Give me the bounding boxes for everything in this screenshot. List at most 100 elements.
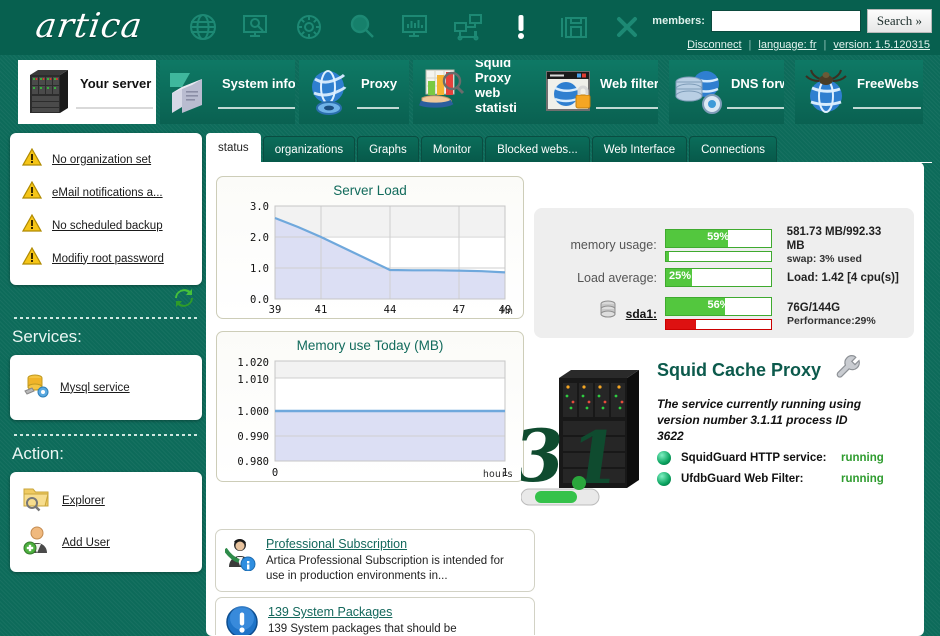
disconnect-link[interactable]: Disconnect: [687, 39, 741, 51]
header-icon-toolbar: [184, 8, 646, 46]
search-input[interactable]: [710, 10, 861, 32]
status-dot-icon: [657, 472, 671, 486]
tab-monitor[interactable]: Monitor: [420, 136, 484, 162]
load-average-label: Load average:: [577, 270, 657, 285]
squid-3.1-server-icon: 3 . 1: [508, 363, 651, 518]
link-separator-2: |: [823, 39, 827, 51]
close-x-icon[interactable]: [608, 8, 646, 46]
folder-search-icon: [22, 484, 52, 517]
system-stats-box: memory usage: 59% 581.73 MB/992.33 MB sw…: [534, 208, 914, 338]
gear-icon[interactable]: [290, 8, 328, 46]
x-tick: 41: [315, 304, 328, 315]
squid-title: Squid Cache Proxy: [657, 360, 822, 380]
warning-label[interactable]: Modifiy root password: [52, 253, 164, 265]
network-icon[interactable]: [449, 8, 487, 46]
warning-label[interactable]: No scheduled backup: [52, 220, 163, 232]
action-row[interactable]: Explorer: [18, 480, 194, 521]
notice-title[interactable]: Professional Subscription: [266, 537, 525, 551]
action-label[interactable]: Explorer: [62, 495, 105, 507]
modnav-label: DNS forward: [727, 76, 784, 109]
tab-connections[interactable]: Connections: [689, 136, 778, 162]
disk-usage-bar: 56%: [665, 297, 772, 316]
tab-graphs[interactable]: Graphs: [357, 136, 419, 162]
warning-row[interactable]: eMail notifications a...: [18, 176, 194, 209]
service-row[interactable]: Mysql service: [18, 367, 194, 408]
tab-strip: status organizations Graphs Monitor Bloc…: [206, 133, 932, 163]
person-info-icon: [223, 537, 257, 584]
artica-logo: artica: [33, 6, 146, 46]
y-tick: 1.0: [250, 263, 269, 275]
left-sidebar: No organization set eMail notifications …: [10, 133, 202, 572]
memory-usage-percent: 59%: [707, 230, 730, 243]
services-card: Mysql service: [10, 355, 202, 420]
memory-usage-label: memory usage:: [570, 238, 657, 252]
status-panel: Server Load 3.0 2.0 1.0 0.0 39 41 44 47 …: [206, 162, 924, 636]
warning-label[interactable]: No organization set: [52, 154, 151, 166]
artica-dashboard: artica members: Search » Disconnect | la…: [0, 0, 940, 636]
memory-usage-bar: 59%: [664, 228, 772, 248]
modnav-label: System infor: [218, 76, 295, 109]
main-content: status organizations Graphs Monitor Bloc…: [206, 133, 932, 636]
x-tick: 39: [269, 304, 282, 315]
x-tick: 0: [272, 467, 278, 478]
system-box-icon: [164, 65, 218, 119]
disk-usage-percent: 56%: [707, 299, 730, 311]
warning-label[interactable]: eMail notifications a...: [52, 187, 163, 199]
tab-blocked-websites[interactable]: Blocked webs...: [485, 136, 590, 162]
notice-professional-subscription[interactable]: Professional Subscription Artica Profess…: [215, 529, 535, 592]
search-label: members:: [652, 15, 705, 27]
header-links: Disconnect | language: fr | version: 1.5…: [687, 39, 930, 51]
chart-monitor-icon[interactable]: [396, 8, 434, 46]
y-tick: 3.0: [250, 201, 269, 213]
status-dot-icon: [657, 451, 671, 465]
modnav-system-information[interactable]: System infor: [160, 60, 295, 124]
modnav-proxy[interactable]: Proxy: [299, 60, 409, 124]
tab-web-interface[interactable]: Web Interface: [591, 136, 688, 162]
warning-triangle-icon: [21, 180, 43, 204]
modnav-web-filtering[interactable]: Web filtering: [538, 60, 658, 124]
browser-lock-icon: [542, 65, 596, 119]
modnav-squid-proxy-web-statistics[interactable]: Squid Proxy web statisti: [413, 60, 538, 124]
notice-title[interactable]: 139 System Packages: [268, 605, 525, 619]
language-link[interactable]: language: fr: [758, 39, 816, 51]
server-load-chart: Server Load 3.0 2.0 1.0 0.0 39 41 44 47 …: [216, 176, 524, 319]
magnifier-icon[interactable]: [343, 8, 381, 46]
modnav-label: Squid Proxy web statisti: [471, 60, 538, 124]
warning-row[interactable]: Modifiy root password: [18, 242, 194, 275]
warning-triangle-icon: [21, 147, 43, 171]
notice-system-packages[interactable]: 139 System Packages 139 System packages …: [215, 597, 535, 635]
warning-row[interactable]: No scheduled backup: [18, 209, 194, 242]
modnav-label: Proxy: [357, 76, 400, 109]
load-average-percent: 25%: [669, 270, 692, 282]
y-tick: 0.980: [237, 456, 269, 468]
version-link[interactable]: version: 1.5.120315: [833, 39, 930, 51]
monitor-search-icon[interactable]: [237, 8, 275, 46]
server-rack-icon: [22, 65, 76, 119]
action-row[interactable]: Add User: [18, 521, 194, 564]
divider: [14, 317, 198, 319]
squid-cache-proxy-block: 3 . 1 Squid Cache Proxy The service curr…: [508, 353, 923, 523]
modnav-dns-forwarder[interactable]: DNS forward: [669, 60, 784, 124]
refresh-icon[interactable]: [174, 289, 194, 312]
squid-service-label: SquidGuard HTTP service:: [681, 452, 827, 464]
load-average-value: Load: 1.42 [4 cpu(s)]: [787, 271, 899, 284]
warning-row[interactable]: No organization set: [18, 143, 194, 176]
globe-icon[interactable]: [184, 8, 222, 46]
alert-exclamation-icon[interactable]: [502, 8, 540, 46]
actions-card: Explorer Add User: [10, 472, 202, 572]
service-label[interactable]: Mysql service: [60, 382, 130, 394]
modnav-your-server[interactable]: Your server: [18, 60, 156, 124]
memory-use-plot: 1.020 1.010 1.000 0.990 0.980 0 1: [237, 357, 508, 479]
tab-status[interactable]: status: [206, 133, 261, 162]
save-folder-icon[interactable]: [555, 8, 593, 46]
server-load-xlabel: Mn: [500, 306, 513, 317]
disk-device-link[interactable]: sda1:: [626, 307, 657, 321]
memory-use-xlabel: hours: [482, 469, 513, 480]
database-globe-icon: [673, 65, 727, 119]
wrench-icon[interactable]: [835, 353, 865, 388]
modnav-freewebs[interactable]: FreeWebs: [795, 60, 923, 124]
search-button[interactable]: Search »: [866, 9, 932, 33]
svg-text:1: 1: [564, 416, 626, 501]
tab-organizations[interactable]: organizations: [262, 136, 356, 162]
action-label[interactable]: Add User: [62, 537, 110, 549]
